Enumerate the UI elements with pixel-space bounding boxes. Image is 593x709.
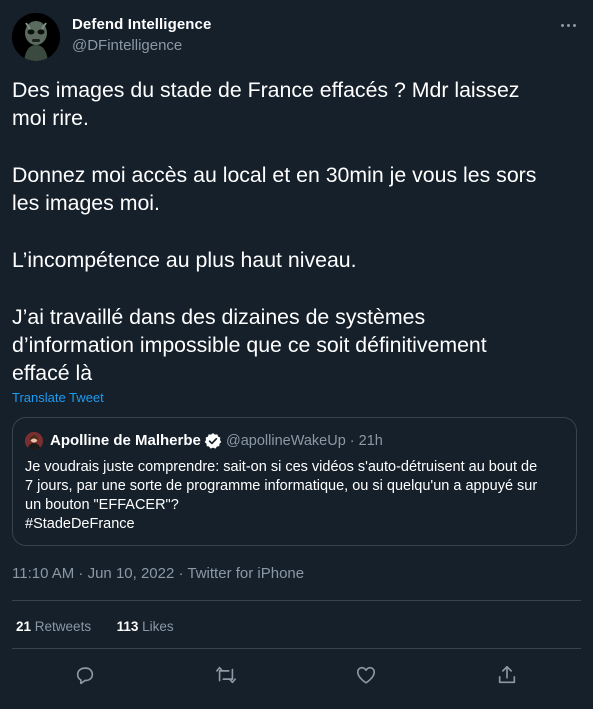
share-icon[interactable] <box>496 664 520 688</box>
retweets-count: 21 <box>16 619 32 634</box>
author-avatar[interactable] <box>12 13 60 61</box>
divider <box>12 600 581 601</box>
more-options-icon[interactable] <box>555 14 581 36</box>
retweet-icon[interactable] <box>215 664 239 688</box>
quoted-author-avatar[interactable] <box>25 432 43 450</box>
likes-count: 113 <box>116 619 139 634</box>
tweet-paragraph: Donnez moi accès au local et en 30min je… <box>12 163 537 215</box>
tweet-timestamp[interactable]: 11:10 AM · Jun 10, 2022 · Twitter for iP… <box>12 565 304 582</box>
quoted-author-name[interactable]: Apolline de Malherbe <box>50 432 201 449</box>
tweet-text: Des images du stade de France effacés ? … <box>12 76 582 387</box>
translate-tweet-link[interactable]: Translate Tweet <box>12 390 104 405</box>
retweets-stat[interactable]: 21 Retweets <box>16 619 91 634</box>
author-handle[interactable]: @DFintelligence <box>72 37 182 54</box>
reply-icon[interactable] <box>74 664 98 688</box>
engagement-stats: 21 Retweets 113 Likes <box>16 619 174 634</box>
tweet-paragraph: J’ai travaillé dans des dizaines de syst… <box>12 305 487 385</box>
retweets-label: Retweets <box>34 619 92 634</box>
tweet-paragraph: Des images du stade de France effacés ? … <box>12 78 520 130</box>
tweet-paragraph: L’incompétence au plus haut niveau. <box>12 248 357 272</box>
quoted-author-handle-time: @apollineWakeUp · 21h <box>226 433 383 449</box>
author-display-name[interactable]: Defend Intelligence <box>72 16 211 33</box>
divider <box>12 648 581 649</box>
tweet-container: Defend Intelligence @DFintelligence Des … <box>0 0 593 709</box>
likes-stat[interactable]: 113 Likes <box>117 619 174 634</box>
likes-label: Likes <box>142 619 174 634</box>
quoted-tweet-text: Je voudrais juste comprendre: sait-on si… <box>25 459 538 532</box>
verified-icon <box>204 433 222 449</box>
quoted-tweet-card[interactable]: Apolline de Malherbe @apollineWakeUp · 2… <box>12 417 577 546</box>
like-icon[interactable] <box>355 664 379 688</box>
